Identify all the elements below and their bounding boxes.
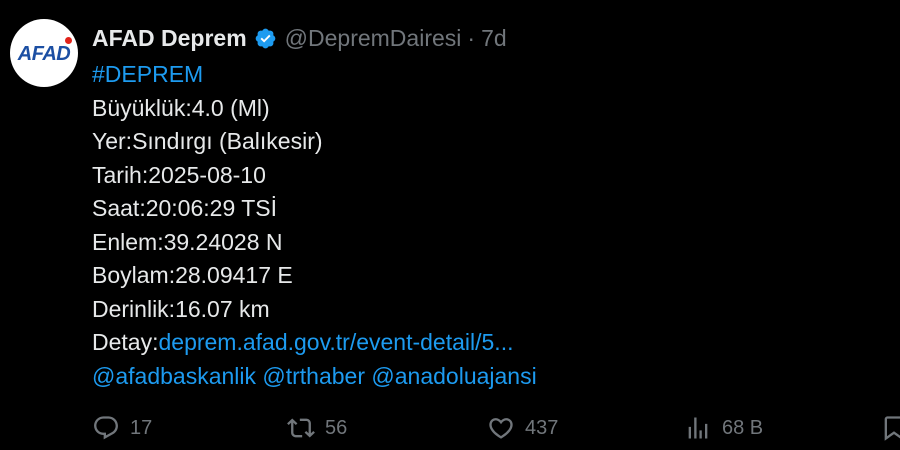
repost-count: 56: [325, 416, 348, 439]
afad-logo: AFAD: [17, 43, 71, 65]
afad-logo-mark: [65, 37, 72, 44]
date-line: Tarih:2025-08-10: [92, 161, 266, 188]
reply-count: 17: [130, 416, 153, 439]
display-name[interactable]: AFAD Deprem: [92, 25, 247, 52]
like-button[interactable]: 437: [487, 414, 558, 442]
handle[interactable]: @DepremDairesi: [285, 25, 462, 52]
repost-button[interactable]: 56: [287, 414, 347, 442]
views-button[interactable]: 68 B: [684, 414, 763, 442]
bookmark-icon: [884, 416, 900, 441]
latitude-line: Enlem:39.24028 N: [92, 228, 283, 255]
views-count: 68 B: [722, 416, 764, 439]
detail-link[interactable]: deprem.afad.gov.tr/event-detail/5...: [158, 329, 513, 355]
location-line: Yer:Sındırgı (Balıkesir): [92, 128, 323, 154]
avatar[interactable]: AFAD: [10, 19, 78, 87]
verified-badge-icon[interactable]: [254, 27, 277, 50]
like-count: 437: [525, 416, 559, 439]
longitude-line: Boylam:28.09417 E: [92, 262, 293, 288]
views-icon: [688, 417, 708, 439]
action-bar: 17 56 437 68 B: [0, 414, 900, 450]
tweet-header: AFAD Deprem @DepremDairesi · 7d: [92, 22, 507, 54]
magnitude-line: Büyüklük:4.0 (Ml): [92, 94, 270, 121]
detail-label: Detay:: [92, 329, 159, 355]
tweet-text: #DEPREM Büyüklük:4.0 (Ml) Yer:Sındırgı (…: [92, 58, 537, 393]
repost-icon: [287, 418, 315, 438]
timestamp[interactable]: 7d: [481, 25, 507, 52]
mention-anadoluajansi[interactable]: @anadoluajansi: [371, 363, 536, 389]
detail-line: Detay:deprem.afad.gov.tr/event-detail/5.…: [92, 326, 537, 360]
time-line: Saat:20:06:29 TSİ: [92, 195, 277, 221]
depth-line: Derinlik:16.07 km: [92, 295, 270, 322]
mention-trthaber[interactable]: @trthaber: [262, 363, 365, 389]
like-icon: [489, 418, 513, 439]
separator-dot: ·: [467, 24, 476, 51]
mention-afadbaskanlik[interactable]: @afadbaskanlik: [92, 363, 256, 389]
hashtag-link[interactable]: #DEPREM: [92, 58, 537, 92]
tweet[interactable]: AFAD AFAD Deprem @DepremDairesi · 7d #DE…: [0, 0, 900, 450]
bookmark-button[interactable]: [880, 414, 900, 442]
mentions-line: @afadbaskanlik @trthaber @anadoluajansi: [92, 360, 537, 394]
reply-button[interactable]: 17: [92, 414, 152, 442]
reply-icon: [94, 416, 118, 440]
